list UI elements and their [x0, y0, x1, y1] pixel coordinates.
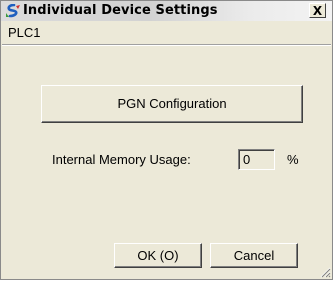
internal-memory-usage-label: Internal Memory Usage: — [52, 152, 191, 167]
title-bar[interactable]: Individual Device Settings X — [1, 1, 332, 21]
internal-memory-usage-field: 0 — [238, 149, 275, 170]
window-title: Individual Device Settings — [23, 3, 218, 18]
individual-device-settings-dialog: Individual Device Settings X PLC1 PGN Co… — [0, 0, 333, 280]
percent-unit-label: % — [287, 152, 299, 167]
pgn-configuration-button[interactable]: PGN Configuration — [41, 85, 303, 123]
cancel-button[interactable]: Cancel — [210, 243, 298, 268]
resize-grip-icon[interactable] — [319, 266, 331, 278]
device-name-label: PLC1 — [8, 25, 41, 40]
header-divider — [2, 44, 331, 46]
ok-button[interactable]: OK (O) — [114, 243, 202, 268]
app-logo-icon — [6, 4, 20, 18]
close-button[interactable]: X — [309, 3, 326, 18]
